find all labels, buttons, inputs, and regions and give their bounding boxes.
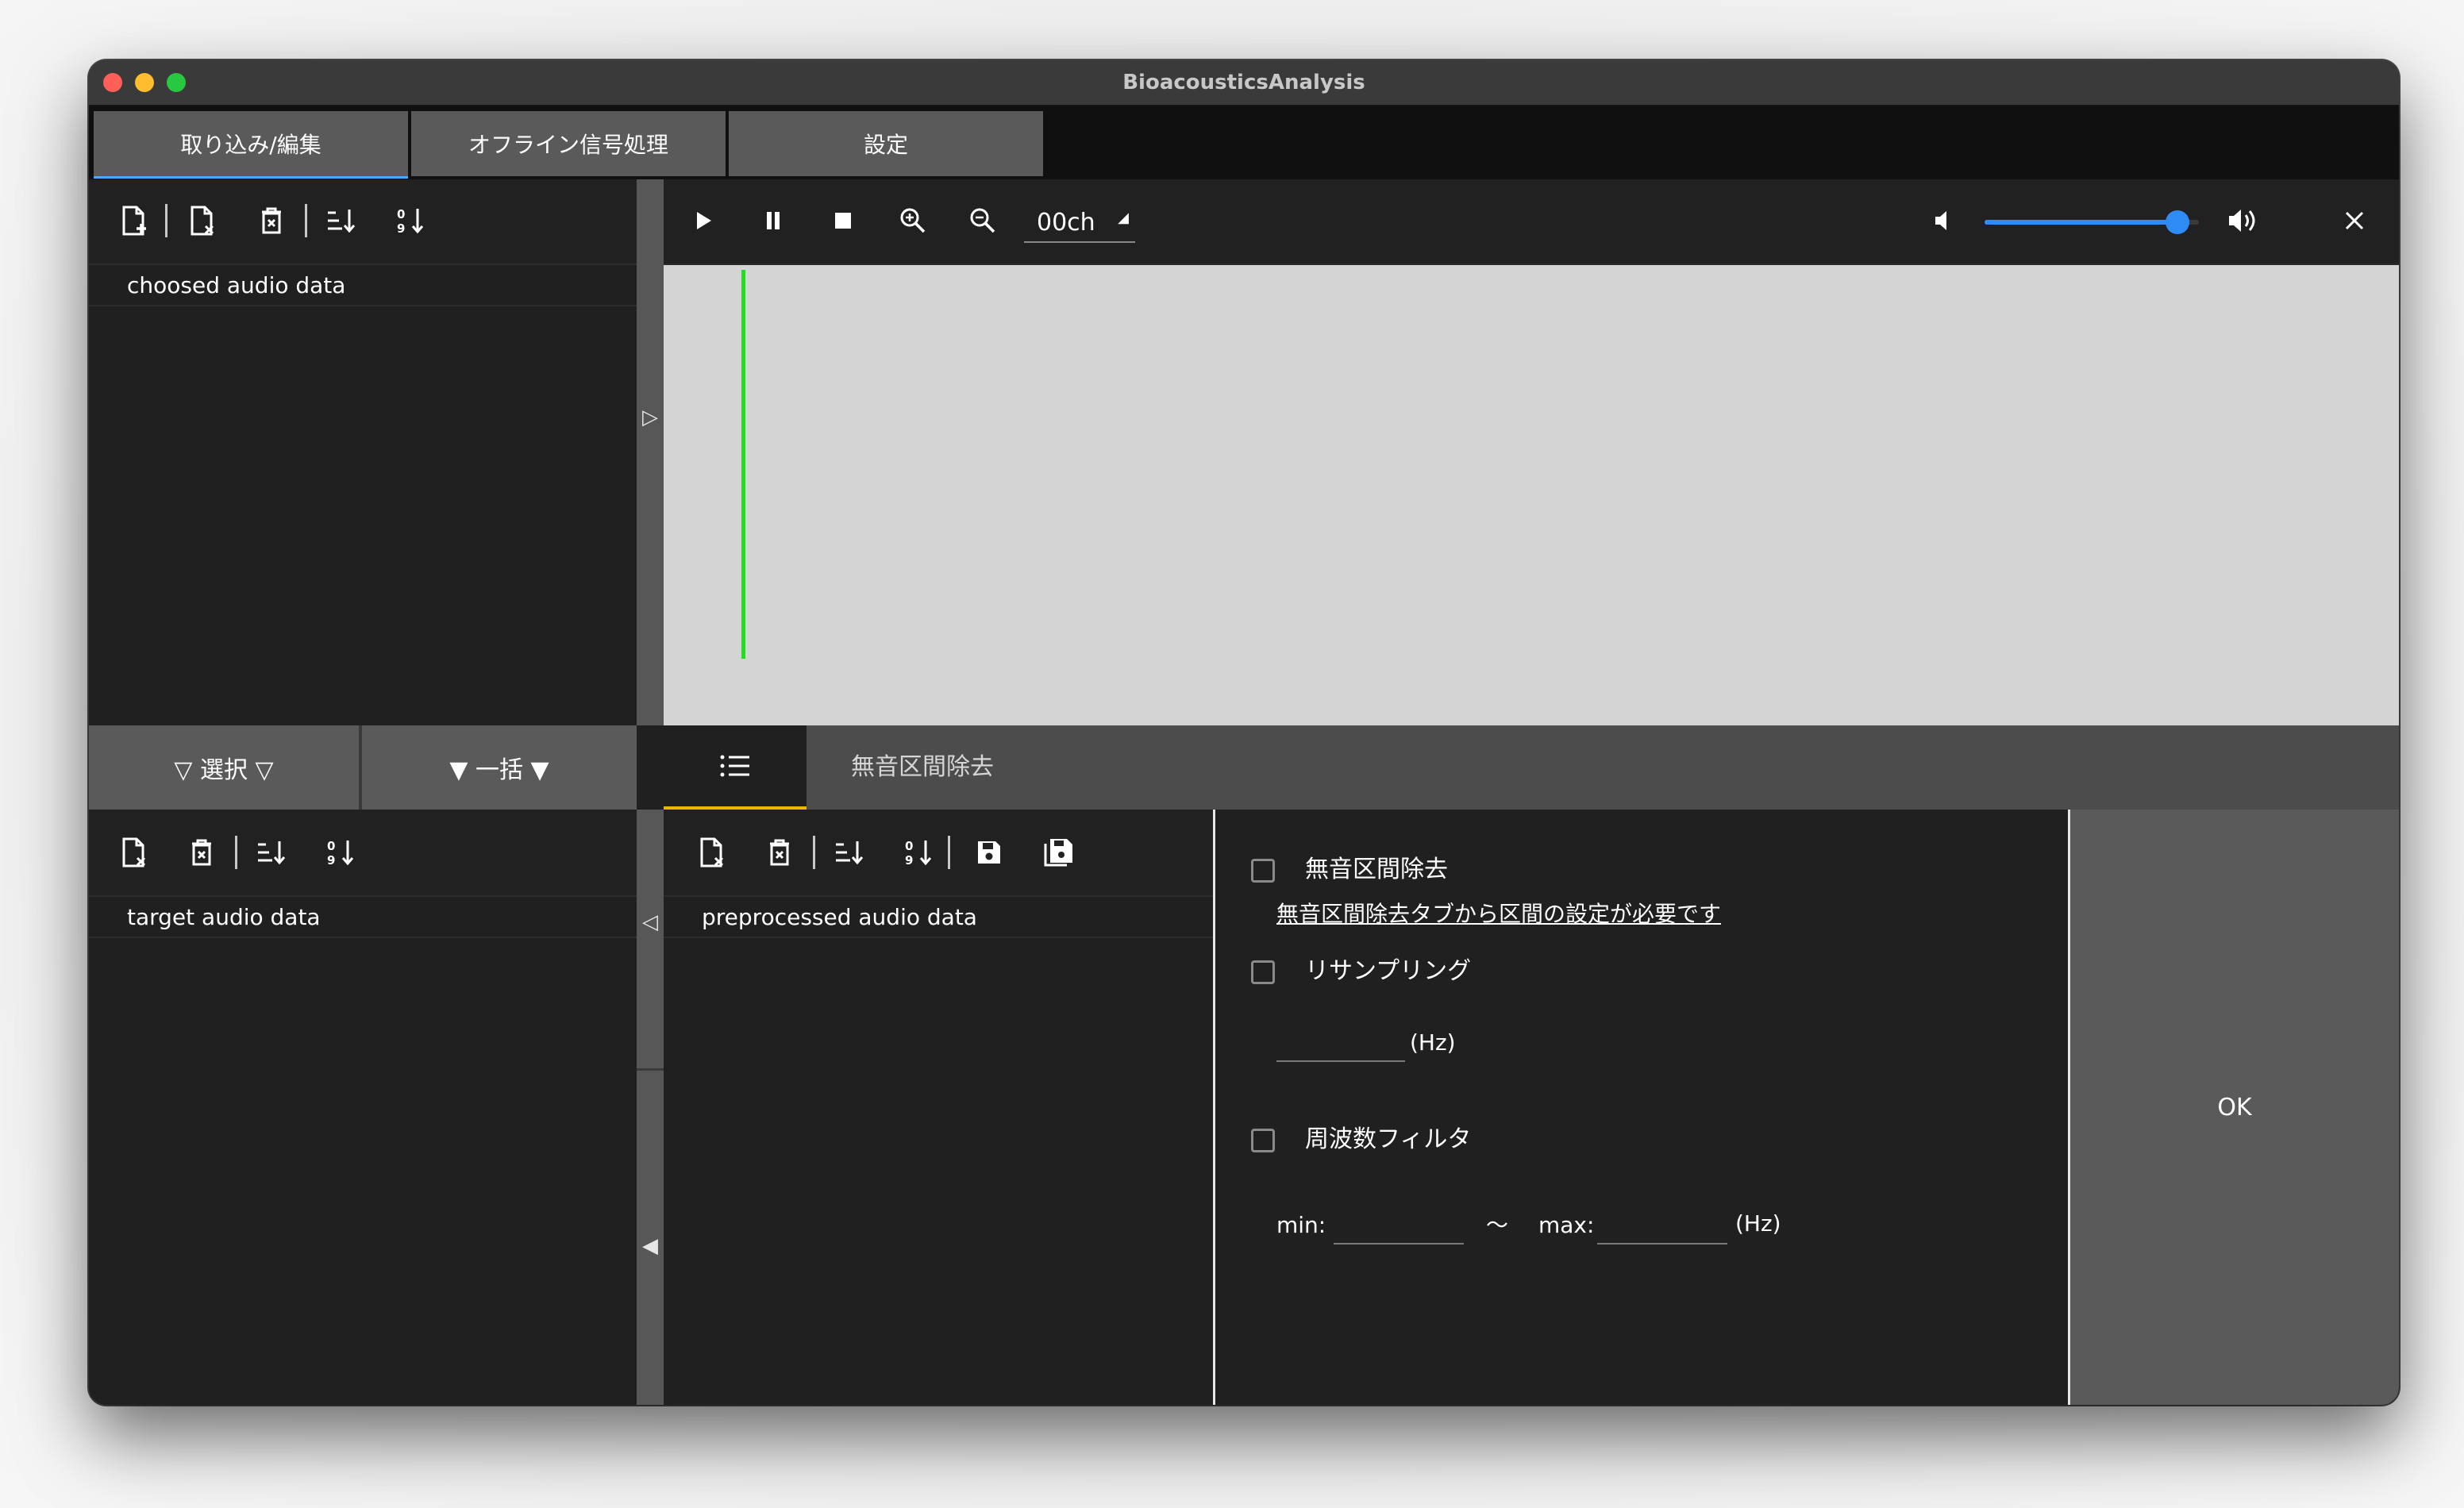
move-left-arrow-icon[interactable]: ◁ [637, 906, 664, 938]
toolbar-separator [165, 204, 167, 237]
svg-text:0: 0 [327, 839, 335, 853]
trash-icon[interactable] [757, 830, 802, 875]
volume-slider-thumb[interactable] [2166, 210, 2189, 234]
collapse-divider-top[interactable] [637, 179, 664, 725]
sort-numeric-icon[interactable]: 09 [319, 830, 364, 875]
max-frequency-label: max: [1538, 1212, 1595, 1238]
select-button[interactable]: ▽ 選択 ▽ [89, 725, 359, 810]
tab-processing-list[interactable] [664, 725, 807, 810]
channel-select[interactable]: 00ch ◢ [1024, 205, 1135, 243]
svg-text:0: 0 [905, 839, 913, 853]
volume-mute-icon[interactable] [1921, 198, 1965, 243]
target-audio-list[interactable] [89, 938, 637, 1405]
frequency-filter-unit: (Hz) [1735, 1210, 1781, 1237]
volume-slider-fill [1985, 220, 2177, 225]
frequency-filter-checkbox[interactable] [1251, 1129, 1275, 1152]
waveform-view[interactable] [664, 264, 2399, 727]
resampling-rate-input[interactable] [1276, 1027, 1405, 1062]
resampling-checkbox[interactable] [1251, 960, 1275, 984]
range-tilde: 〜 [1486, 1212, 1509, 1238]
preprocessed-audio-list-header: preprocessed audio data [664, 897, 1213, 938]
tab-silence-removal[interactable]: 無音区間除去 [827, 725, 1018, 810]
trash-icon[interactable] [179, 830, 224, 875]
sort-ascending-icon[interactable] [827, 830, 872, 875]
channel-select-value: 00ch [1037, 209, 1095, 237]
svg-text:9: 9 [905, 853, 913, 867]
volume-slider[interactable] [1985, 206, 2199, 238]
playback-cursor[interactable] [741, 270, 745, 659]
frequency-filter-label: 周波数フィルタ [1305, 1125, 1472, 1153]
save-icon[interactable] [967, 830, 1011, 875]
trash-icon[interactable] [249, 198, 294, 243]
list-icon [720, 755, 749, 777]
svg-text:9: 9 [397, 221, 405, 236]
ok-button[interactable]: OK [2070, 810, 2399, 1405]
zoom-in-icon[interactable] [891, 198, 935, 243]
max-frequency-input[interactable] [1597, 1210, 1727, 1244]
sort-ascending-icon[interactable] [319, 198, 364, 243]
min-frequency-input[interactable] [1334, 1210, 1464, 1244]
preprocessed-audio-list[interactable] [664, 938, 1213, 1405]
save-all-icon[interactable] [1037, 830, 1081, 875]
toolbar-separator [235, 836, 237, 869]
target-audio-list-header: target audio data [89, 897, 637, 938]
app-window: BioacousticsAnalysis 取り込み/編集 オフライン信号処理 設… [89, 60, 2399, 1405]
remove-file-icon[interactable] [179, 198, 224, 243]
window-title: BioacousticsAnalysis [1122, 71, 1365, 94]
sort-numeric-icon[interactable]: 09 [897, 830, 941, 875]
min-frequency-label: min: [1276, 1212, 1326, 1238]
divider-split [637, 1068, 664, 1071]
zoom-out-icon[interactable] [961, 198, 1005, 243]
add-file-icon[interactable] [111, 198, 156, 243]
tab-offline-processing[interactable]: オフライン信号処理 [411, 111, 726, 176]
tab-import-edit[interactable]: 取り込み/編集 [94, 111, 408, 179]
play-icon[interactable] [681, 198, 726, 243]
toolbar-separator [813, 836, 815, 869]
tab-settings[interactable]: 設定 [729, 111, 1043, 176]
sort-ascending-icon[interactable] [249, 830, 294, 875]
volume-up-icon[interactable] [2221, 198, 2266, 243]
expand-arrow-icon[interactable]: ▷ [637, 402, 664, 433]
remove-file-icon[interactable] [111, 830, 156, 875]
batch-button[interactable]: ▼ 一括 ▼ [362, 725, 637, 810]
silence-removal-label: 無音区間除去 [1305, 856, 1448, 883]
pause-icon[interactable] [751, 198, 795, 243]
resampling-unit: (Hz) [1410, 1029, 1456, 1056]
close-player-icon[interactable] [2332, 198, 2377, 243]
toolbar-separator [305, 204, 307, 237]
middle-spacer [637, 725, 664, 810]
move-all-left-arrow-icon[interactable]: ◀ [637, 1230, 664, 1262]
svg-text:0: 0 [397, 207, 405, 221]
sort-numeric-icon[interactable]: 09 [389, 198, 433, 243]
resampling-label: リサンプリング [1305, 957, 1472, 985]
stop-icon[interactable] [821, 198, 865, 243]
remove-file-icon[interactable] [689, 830, 733, 875]
choosed-audio-list[interactable] [89, 306, 637, 725]
caret-up-icon: ◢ [1118, 210, 1129, 226]
silence-removal-note-link[interactable]: 無音区間除去タブから区間の設定が必要です [1276, 898, 1721, 930]
collapse-divider-bottom[interactable] [637, 810, 664, 1405]
silence-removal-checkbox[interactable] [1251, 859, 1275, 883]
svg-text:9: 9 [327, 853, 335, 867]
choosed-audio-list-header: choosed audio data [89, 265, 637, 306]
toolbar-separator [948, 836, 950, 869]
